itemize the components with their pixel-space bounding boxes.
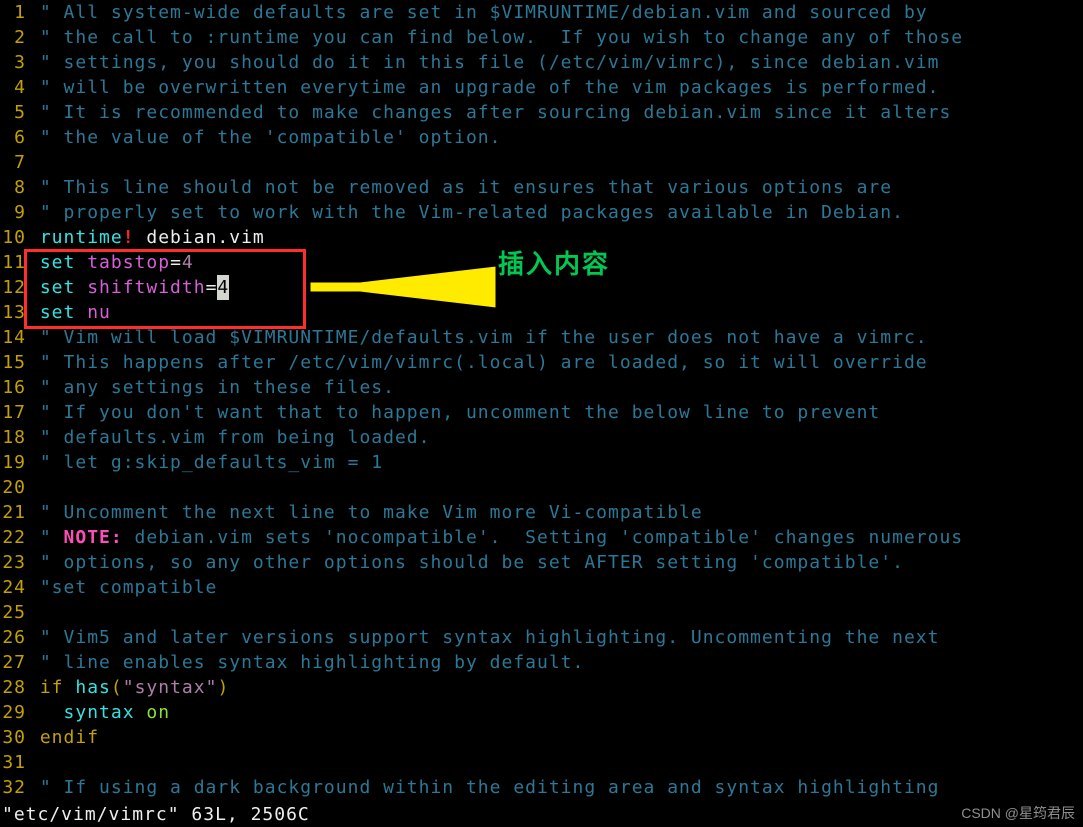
code-line: " properly set to work with the Vim-rela… [40,202,904,223]
line-number: 18 [0,425,28,450]
line-number: 7 [0,150,28,175]
code-line: " the value of the 'compatible' option. [40,127,502,148]
code-line: " This line should not be removed as it … [40,177,892,198]
vim-status-line: "etc/vim/vimrc" 63L, 2506C [0,802,1083,827]
cursor: 4 [217,275,229,300]
code-line: " NOTE: debian.vim sets 'nocompatible'. … [28,525,1083,550]
watermark: CSDN @星筠君辰 [961,803,1075,823]
code-line: " defaults.vim from being loaded. [40,427,431,448]
code-line: " any settings in these files. [40,377,395,398]
line-number: 16 [0,375,28,400]
line-number: 30 [0,725,28,750]
code-line [28,475,1083,500]
line-number: 22 [0,525,28,550]
code-line: " This happens after /etc/vim/vimrc(.loc… [40,352,928,373]
code-line: " It is recommended to make changes afte… [40,102,951,123]
code-line: if has("syntax") [28,675,1083,700]
line-number: 15 [0,350,28,375]
code-line: syntax on [28,700,1083,725]
code-line [28,750,1083,775]
code-line: " If you don't want that to happen, unco… [40,402,880,423]
line-number: 13 [0,300,28,325]
line-number: 28 [0,675,28,700]
code-line: " the call to :runtime you can find belo… [40,27,963,48]
code-line: " options, so any other options should b… [40,552,904,573]
code-line: set nu [28,300,1083,325]
code-line [28,600,1083,625]
vim-editor[interactable]: 1 2 3 4 5 6 7 8 9 10 11 12 13 14 15 16 1… [0,0,1083,800]
line-number: 12 [0,275,28,300]
code-line: set shiftwidth=4 [28,275,1083,300]
code-line: " Uncomment the next line to make Vim mo… [40,502,703,523]
line-number: 11 [0,250,28,275]
line-number: 25 [0,600,28,625]
line-number: 14 [0,325,28,350]
line-number: 2 [0,25,28,50]
line-number: 4 [0,75,28,100]
line-number: 1 [0,0,28,25]
line-number-gutter: 1 2 3 4 5 6 7 8 9 10 11 12 13 14 15 16 1… [0,0,28,800]
line-number: 26 [0,625,28,650]
line-number: 3 [0,50,28,75]
code-line: endif [28,725,1083,750]
line-number: 8 [0,175,28,200]
line-number: 17 [0,400,28,425]
line-number: 24 [0,575,28,600]
code-line: " Vim5 and later versions support syntax… [40,627,940,648]
code-line: " will be overwritten everytime an upgra… [40,77,940,98]
line-number: 21 [0,500,28,525]
line-number: 19 [0,450,28,475]
code-line [28,150,1083,175]
line-number: 29 [0,700,28,725]
code-line: " All system-wide defaults are set in $V… [40,2,928,23]
code-line: " If using a dark background within the … [40,777,940,798]
line-number: 20 [0,475,28,500]
code-line: " Vim will load $VIMRUNTIME/defaults.vim… [40,327,928,348]
line-number: 10 [0,225,28,250]
code-line: set tabstop=4 [28,250,1083,275]
code-line: " line enables syntax highlighting by de… [40,652,585,673]
code-line: " let g:skip_defaults_vim = 1 [40,452,383,473]
code-pane[interactable]: " All system-wide defaults are set in $V… [28,0,1083,800]
line-number: 31 [0,750,28,775]
line-number: 23 [0,550,28,575]
line-number: 6 [0,125,28,150]
line-number: 5 [0,100,28,125]
line-number: 32 [0,775,28,800]
line-number: 9 [0,200,28,225]
code-line: runtime! debian.vim [28,225,1083,250]
code-line: " settings, you should do it in this fil… [40,52,940,73]
line-number: 27 [0,650,28,675]
code-line: "set compatible [40,577,218,598]
